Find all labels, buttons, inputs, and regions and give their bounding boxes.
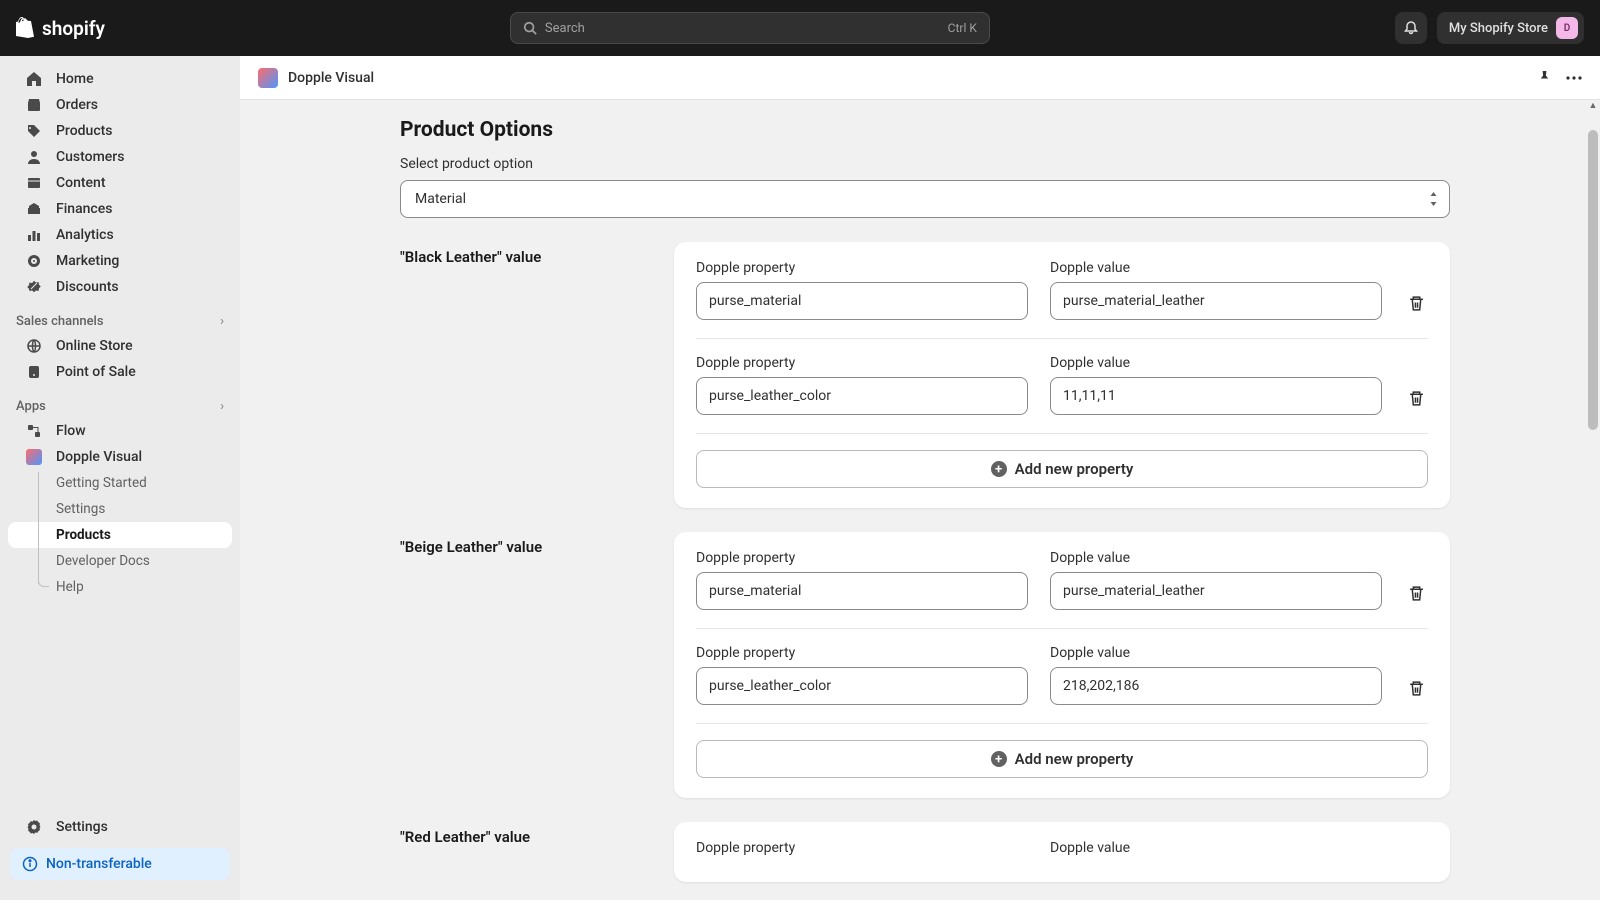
scrollbar-thumb[interactable] — [1588, 130, 1598, 430]
info-icon — [22, 856, 38, 872]
delete-property-button[interactable] — [1404, 295, 1428, 320]
page-header: Dopple Visual — [240, 56, 1600, 100]
shopify-logo[interactable]: shopify — [16, 17, 105, 40]
products-icon — [24, 123, 44, 139]
search-input[interactable]: Search Ctrl K — [510, 12, 990, 44]
value-title-black: "Black Leather" value — [400, 242, 650, 266]
dopple-app-icon — [258, 68, 278, 88]
pos-icon — [24, 364, 44, 380]
nav-products[interactable]: Products — [8, 118, 232, 144]
content-scroll[interactable]: Product Options Select product option Ma… — [240, 100, 1600, 900]
nav-orders[interactable]: Orders — [8, 92, 232, 118]
dopple-value-input[interactable] — [1050, 572, 1382, 610]
value-card: Dopple property Dopple value — [674, 822, 1450, 882]
top-right: My Shopify Store D — [1395, 12, 1584, 44]
non-transferable-banner[interactable]: Non-transferable — [10, 848, 230, 880]
plus-circle-icon: + — [991, 461, 1007, 477]
dopple-value-input[interactable] — [1050, 377, 1382, 415]
nav-finances[interactable]: Finances — [8, 196, 232, 222]
bell-icon — [1403, 20, 1419, 36]
pin-button[interactable] — [1537, 70, 1552, 85]
top-bar: shopify Search Ctrl K My Shopify Store D — [0, 0, 1600, 56]
nav-home[interactable]: Home — [8, 66, 232, 92]
more-icon — [1566, 76, 1582, 80]
nav-pos[interactable]: Point of Sale — [8, 359, 232, 385]
trash-icon — [1408, 585, 1425, 602]
sub-settings[interactable]: Settings — [8, 496, 232, 522]
value-card: Dopple property Dopple value Dopp — [674, 242, 1450, 508]
flow-icon — [24, 423, 44, 439]
product-option-select[interactable]: Material — [400, 180, 1450, 218]
dopple-property-input[interactable] — [696, 667, 1028, 705]
delete-property-button[interactable] — [1404, 390, 1428, 415]
nav-settings[interactable]: Settings — [8, 814, 232, 840]
analytics-icon — [24, 227, 44, 243]
search-wrap: Search Ctrl K — [117, 12, 1383, 44]
trash-icon — [1408, 680, 1425, 697]
customers-icon — [24, 149, 44, 165]
value-title-red: "Red Leather" value — [400, 822, 650, 846]
pin-icon — [1537, 70, 1552, 85]
delete-property-button[interactable] — [1404, 585, 1428, 610]
delete-property-button[interactable] — [1404, 680, 1428, 705]
nav-dopple-visual[interactable]: Dopple Visual — [8, 444, 232, 470]
sub-products[interactable]: Products — [8, 522, 232, 548]
sidebar: Home Orders Products Customers Content F… — [0, 56, 240, 900]
brand-name: shopify — [42, 17, 105, 40]
scroll-up-arrow-icon[interactable]: ▲ — [1588, 100, 1598, 110]
store-avatar: D — [1556, 17, 1578, 39]
nav-online-store[interactable]: Online Store — [8, 333, 232, 359]
search-shortcut: Ctrl K — [948, 21, 977, 35]
trash-icon — [1408, 390, 1425, 407]
finances-icon — [24, 201, 44, 217]
nav-flow[interactable]: Flow — [8, 418, 232, 444]
value-card: Dopple property Dopple value Dopp — [674, 532, 1450, 798]
page-title: Dopple Visual — [288, 70, 374, 86]
select-caret-icon — [1429, 192, 1438, 206]
add-property-button[interactable]: +Add new property — [696, 740, 1428, 778]
main: Dopple Visual Product Options Select pro… — [240, 56, 1600, 900]
section-heading: Product Options — [400, 114, 1450, 156]
search-placeholder: Search — [545, 21, 948, 36]
nav-marketing[interactable]: Marketing — [8, 248, 232, 274]
dopple-property-input[interactable] — [696, 282, 1028, 320]
more-button[interactable] — [1566, 76, 1582, 80]
sub-help[interactable]: Help — [8, 574, 232, 600]
trash-icon — [1408, 295, 1425, 312]
dopple-icon — [24, 449, 44, 465]
home-icon — [24, 71, 44, 87]
notifications-button[interactable] — [1395, 12, 1427, 44]
select-label: Select product option — [400, 156, 1450, 172]
sales-channels-header[interactable]: Sales channels› — [0, 300, 240, 333]
store-switcher[interactable]: My Shopify Store D — [1437, 12, 1584, 44]
apps-header[interactable]: Apps› — [0, 385, 240, 418]
nav-discounts[interactable]: Discounts — [8, 274, 232, 300]
sub-getting-started[interactable]: Getting Started — [8, 470, 232, 496]
orders-icon — [24, 97, 44, 113]
content-icon — [24, 175, 44, 191]
add-property-button[interactable]: +Add new property — [696, 450, 1428, 488]
value-title-beige: "Beige Leather" value — [400, 532, 650, 556]
gear-icon — [24, 819, 44, 835]
nav-analytics[interactable]: Analytics — [8, 222, 232, 248]
shopify-bag-icon — [16, 17, 36, 39]
sub-developer-docs[interactable]: Developer Docs — [8, 548, 232, 574]
marketing-icon — [24, 253, 44, 269]
dopple-value-input[interactable] — [1050, 282, 1382, 320]
nav-customers[interactable]: Customers — [8, 144, 232, 170]
search-icon — [523, 21, 537, 35]
store-name: My Shopify Store — [1449, 21, 1548, 36]
dopple-value-input[interactable] — [1050, 667, 1382, 705]
discounts-icon — [24, 279, 44, 295]
scrollbar[interactable]: ▲ — [1586, 100, 1600, 900]
dopple-property-input[interactable] — [696, 572, 1028, 610]
online-store-icon — [24, 338, 44, 354]
nav-content[interactable]: Content — [8, 170, 232, 196]
dopple-property-input[interactable] — [696, 377, 1028, 415]
plus-circle-icon: + — [991, 751, 1007, 767]
chevron-right-icon: › — [220, 399, 224, 414]
chevron-right-icon: › — [220, 314, 224, 329]
